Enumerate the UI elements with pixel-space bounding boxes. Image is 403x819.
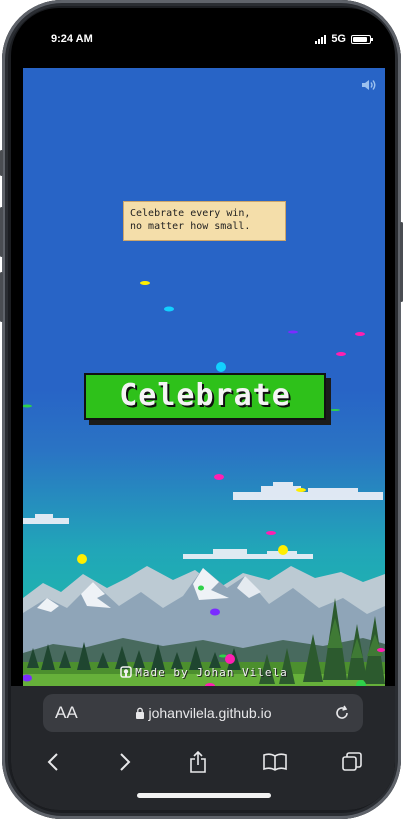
signal-bars-icon [315,34,327,44]
back-icon [47,753,58,771]
status-indicators: 5G [315,33,373,45]
status-bar: 9:24 AM 5G [11,8,395,68]
notch [137,8,271,46]
url-text: johanvilela.github.io [148,705,272,721]
mute-switch [0,150,3,176]
github-icon [120,666,133,678]
safari-bottom-bar: AA johanvilela.github.io [11,686,395,810]
volume-up-button [0,207,3,257]
bookmarks-button[interactable] [261,748,289,776]
home-indicator[interactable] [137,793,271,798]
share-icon [190,751,206,773]
web-page: Celebrate every win, no matter how small… [23,68,385,686]
forward-icon [120,753,131,771]
url-display[interactable]: johanvilela.github.io [43,705,363,721]
tabs-icon [342,752,362,771]
battery-level [353,36,368,42]
network-type: 5G [331,33,346,45]
credit-link[interactable]: Made by Johan Vilela [23,666,385,679]
share-button[interactable] [184,748,212,776]
back-button[interactable] [39,748,67,776]
forward-button[interactable] [111,748,139,776]
credit-text: Made by Johan Vilela [135,666,288,679]
volume-down-button [0,272,3,322]
bookmarks-icon [263,753,287,771]
reload-icon[interactable] [333,704,351,722]
battery-icon [351,34,373,44]
phone-frame: 9:24 AM 5G Celebrate every win, no matte… [0,0,403,819]
browser-toolbar [11,744,395,780]
tabs-button[interactable] [338,748,366,776]
phone-screen: 9:24 AM 5G Celebrate every win, no matte… [11,8,395,810]
lock-icon [135,707,144,719]
status-time: 9:24 AM [51,33,93,45]
address-bar[interactable]: AA johanvilela.github.io [43,694,363,732]
celebrate-button[interactable]: Celebrate [84,373,326,420]
